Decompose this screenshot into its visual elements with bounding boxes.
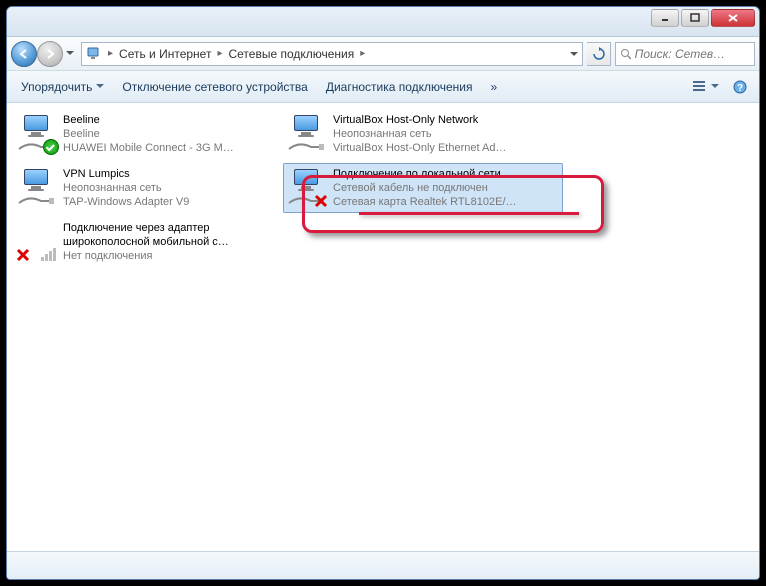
addr-dropdown-icon[interactable]	[570, 47, 578, 61]
connection-item-vpn[interactable]: VPN Lumpics Неопознанная сеть TAP-Window…	[13, 163, 273, 213]
connection-sub1: Неопознанная сеть	[333, 127, 506, 141]
connection-sub2: Сетевая карта Realtek RTL8102E/…	[333, 195, 517, 209]
chevron-right-icon: ▸	[108, 48, 113, 59]
status-ok-icon	[43, 139, 59, 155]
search-box[interactable]	[615, 42, 755, 66]
connection-sub2: TAP-Windows Adapter V9	[63, 195, 189, 209]
command-bar: Упорядочить Отключение сетевого устройст…	[7, 71, 759, 103]
connection-name: VirtualBox Host-Only Network	[333, 113, 506, 127]
connection-sub2: VirtualBox Host-Only Ethernet Ad…	[333, 141, 506, 155]
organize-menu[interactable]: Упорядочить	[13, 76, 112, 98]
close-button[interactable]	[711, 9, 755, 27]
network-icon	[86, 46, 102, 62]
address-bar[interactable]: ▸ Сеть и Интернет ▸ Сетевые подключения …	[81, 42, 583, 66]
chevron-down-icon	[711, 84, 719, 89]
nav-history-dropdown[interactable]	[63, 42, 77, 66]
explorer-window: ▸ Сеть и Интернет ▸ Сетевые подключения …	[6, 6, 760, 580]
refresh-button[interactable]	[587, 42, 611, 66]
connection-icon	[287, 167, 327, 207]
connection-name: Beeline	[63, 113, 234, 127]
connection-sub1: Нет подключения	[63, 249, 269, 263]
connection-name: VPN Lumpics	[63, 167, 189, 181]
search-icon	[620, 48, 631, 60]
organize-label: Упорядочить	[21, 80, 92, 94]
minimize-button[interactable]	[651, 9, 679, 27]
status-error-icon	[313, 193, 329, 209]
status-bar	[7, 551, 759, 579]
back-button[interactable]	[11, 41, 37, 67]
chevron-down-icon	[96, 84, 104, 89]
breadcrumb-part[interactable]: Сетевые подключения	[228, 47, 354, 61]
status-error-icon	[15, 247, 31, 263]
connection-sub1: Неопознанная сеть	[63, 181, 189, 195]
connection-item-beeline[interactable]: Beeline Beeline HUAWEI Mobile Connect - …	[13, 109, 273, 159]
diagnose-button[interactable]: Диагностика подключения	[318, 76, 481, 98]
diagnose-label: Диагностика подключения	[326, 80, 473, 94]
connection-sub1: Сетевой кабель не подключен	[333, 181, 517, 195]
connection-name: Подключение через адаптер широкополосной…	[63, 221, 269, 249]
svg-text:?: ?	[737, 83, 743, 94]
more-label: »	[491, 80, 498, 94]
titlebar	[7, 7, 759, 37]
connection-icon	[17, 221, 57, 261]
connection-item-mobile[interactable]: Подключение через адаптер широкополосной…	[13, 217, 273, 267]
forward-button[interactable]	[37, 41, 63, 67]
chevron-right-icon: ▸	[360, 48, 365, 59]
connection-icon	[17, 113, 57, 153]
breadcrumb-part[interactable]: Сеть и Интернет	[119, 47, 211, 61]
connection-item-lan[interactable]: Подключение по локальной сети Сетевой ка…	[283, 163, 563, 213]
content-area: Beeline Beeline HUAWEI Mobile Connect - …	[7, 103, 759, 551]
connection-name: Подключение по локальной сети	[333, 167, 517, 181]
disable-device-button[interactable]: Отключение сетевого устройства	[114, 76, 315, 98]
view-options-button[interactable]	[687, 76, 725, 98]
more-commands[interactable]: »	[483, 76, 506, 98]
search-input[interactable]	[635, 47, 750, 61]
connection-sub2: HUAWEI Mobile Connect - 3G M…	[63, 141, 234, 155]
chevron-right-icon: ▸	[217, 48, 222, 59]
navbar: ▸ Сеть и Интернет ▸ Сетевые подключения …	[7, 37, 759, 71]
maximize-button[interactable]	[681, 9, 709, 27]
connection-icon	[287, 113, 327, 153]
disable-label: Отключение сетевого устройства	[122, 80, 307, 94]
connection-sub1: Beeline	[63, 127, 234, 141]
signal-bars-icon	[41, 248, 56, 261]
help-button[interactable]: ?	[727, 76, 753, 98]
connection-item-virtualbox[interactable]: VirtualBox Host-Only Network Неопознанна…	[283, 109, 563, 159]
connection-icon	[17, 167, 57, 207]
